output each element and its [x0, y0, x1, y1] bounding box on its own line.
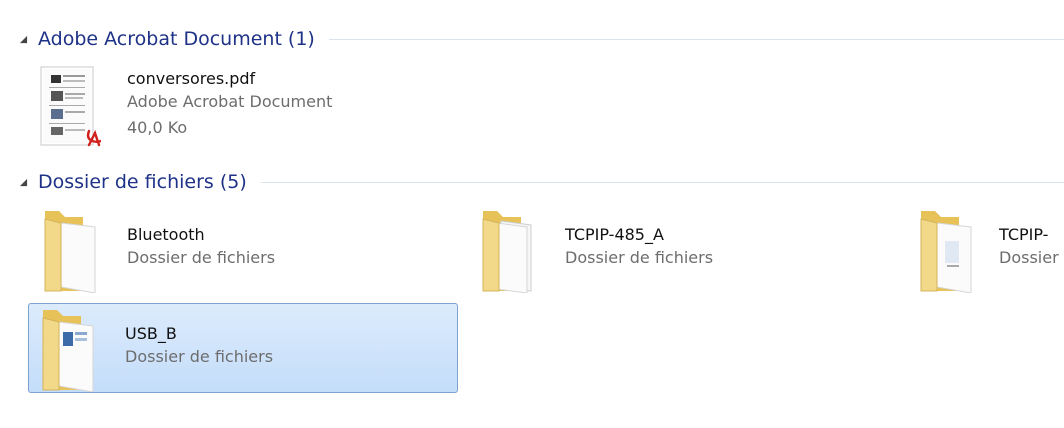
folder-type: Dossier de fichiers	[565, 248, 714, 267]
folder-item-tcpip-485-a[interactable]: TCPIP-485_A Dossier de fichiers	[468, 204, 898, 294]
folder-type: Dossier de fichiers	[127, 248, 276, 267]
group-header-adobe[interactable]: Adobe Acrobat Document (1)	[14, 26, 1064, 52]
group-title: Dossier de fichiers (5)	[38, 171, 247, 193]
folder-name: Bluetooth	[127, 225, 205, 244]
file-type: Adobe Acrobat Document	[127, 92, 333, 111]
collapse-arrow-icon[interactable]	[14, 173, 32, 191]
group-header-folders[interactable]: Dossier de fichiers (5)	[14, 169, 1064, 195]
file-item-conversores[interactable]: conversores.pdf Adobe Acrobat Document 4…	[30, 62, 460, 152]
collapse-arrow-icon[interactable]	[14, 30, 32, 48]
folder-item-tcpip-cut[interactable]: TCPIP- Dossier	[906, 204, 1064, 294]
file-name: conversores.pdf	[127, 69, 256, 88]
group-divider	[328, 38, 1064, 40]
folder-item-usb-b[interactable]: USB_B Dossier de fichiers	[28, 303, 458, 393]
group-divider	[260, 181, 1064, 183]
group-title: Adobe Acrobat Document (1)	[38, 28, 315, 50]
folder-name: TCPIP-485_A	[565, 225, 664, 244]
folder-name: TCPIP-	[999, 225, 1049, 244]
folder-icon	[915, 207, 975, 294]
folder-icon	[39, 207, 99, 294]
folder-type: Dossier de fichiers	[125, 347, 274, 366]
file-size: 40,0 Ko	[127, 118, 188, 137]
folder-icon	[37, 306, 97, 393]
folder-name: USB_B	[125, 324, 177, 343]
pdf-file-icon	[35, 65, 103, 149]
folder-type: Dossier	[999, 248, 1059, 267]
folder-item-bluetooth[interactable]: Bluetooth Dossier de fichiers	[30, 204, 460, 294]
folder-icon	[477, 207, 537, 294]
